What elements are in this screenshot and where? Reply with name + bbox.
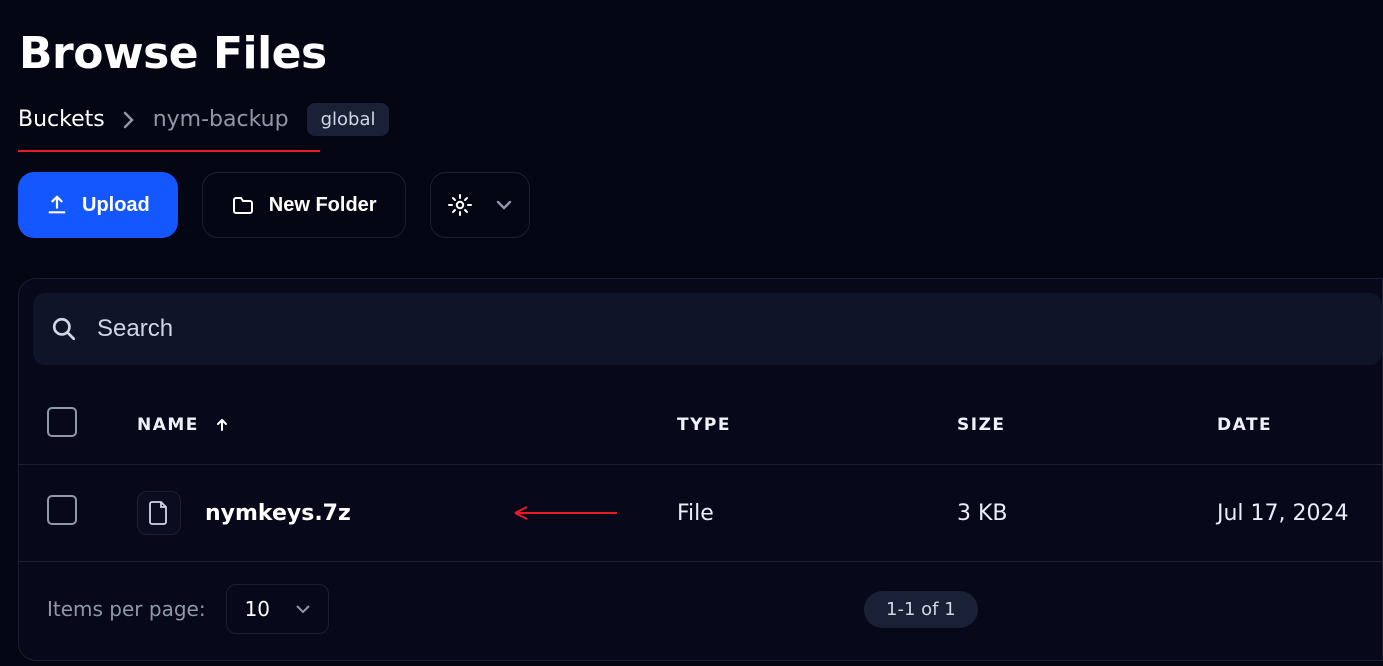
chevron-down-icon — [496, 200, 512, 210]
file-size: 3 KB — [957, 465, 1217, 562]
breadcrumb-leaf[interactable]: nym-backup — [153, 107, 289, 132]
new-folder-label: New Folder — [269, 194, 377, 217]
table-row[interactable]: nymkeys.7z File 3 KB Jul 17, 2024 — [19, 465, 1382, 562]
file-type: File — [677, 465, 957, 562]
search-icon — [51, 316, 77, 342]
column-header-size[interactable]: SIZE — [957, 385, 1217, 465]
items-per-page-select[interactable]: 10 — [226, 584, 329, 634]
new-folder-button[interactable]: New Folder — [202, 172, 406, 238]
file-panel: NAME TYPE SIZE DATE — [18, 278, 1383, 661]
file-name: nymkeys.7z — [205, 501, 351, 526]
row-checkbox[interactable] — [47, 495, 77, 525]
upload-label: Upload — [82, 194, 150, 217]
upload-button[interactable]: Upload — [18, 172, 178, 238]
toolbar: Upload New Folder — [18, 172, 1383, 238]
breadcrumb-root[interactable]: Buckets — [18, 107, 105, 132]
annotation-arrow-icon — [507, 503, 617, 523]
items-per-page-value: 10 — [245, 597, 270, 621]
annotation-underline — [18, 150, 320, 152]
file-date: Jul 17, 2024 — [1217, 465, 1382, 562]
items-per-page-label: Items per page: — [47, 597, 206, 621]
column-name-label: NAME — [137, 415, 199, 435]
search-bar[interactable] — [33, 293, 1382, 365]
table-footer: Items per page: 10 1-1 of 1 — [19, 562, 1382, 660]
folder-icon — [231, 194, 255, 216]
settings-menu-button[interactable] — [430, 172, 530, 238]
file-icon — [137, 491, 181, 535]
upload-icon — [46, 194, 68, 216]
select-all-checkbox[interactable] — [47, 407, 77, 437]
pagination-range: 1-1 of 1 — [864, 591, 978, 628]
file-table: NAME TYPE SIZE DATE — [19, 385, 1382, 562]
search-input[interactable] — [95, 314, 1364, 344]
sort-ascending-icon — [214, 417, 230, 433]
chevron-right-icon — [123, 111, 135, 129]
region-badge: global — [307, 103, 390, 136]
gear-icon — [448, 193, 472, 217]
column-header-type[interactable]: TYPE — [677, 385, 957, 465]
column-header-date[interactable]: DATE — [1217, 385, 1382, 465]
breadcrumb: Buckets nym-backup global — [18, 103, 1383, 136]
chevron-down-icon — [296, 605, 310, 614]
page-title: Browse Files — [19, 28, 1383, 79]
column-header-name[interactable]: NAME — [137, 385, 677, 465]
